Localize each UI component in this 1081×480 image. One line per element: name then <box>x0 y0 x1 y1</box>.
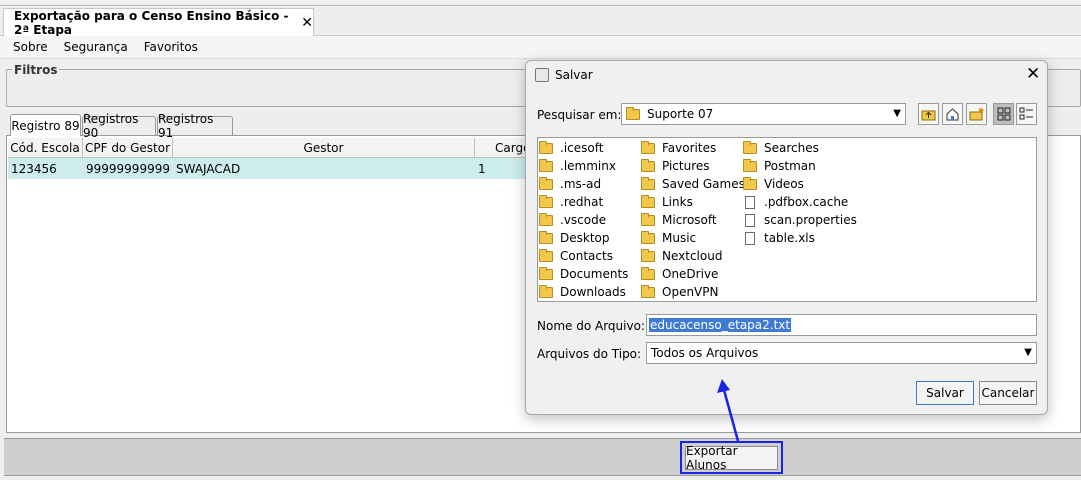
list-item[interactable]: Links <box>641 193 693 211</box>
menu-bar: Sobre Segurança Favoritos <box>0 36 1081 59</box>
column-gestor[interactable]: Gestor <box>173 138 475 158</box>
list-item[interactable]: OpenVPN <box>641 283 718 301</box>
list-item[interactable]: Desktop <box>539 229 610 247</box>
cell-cod-escola: 123456 <box>11 161 57 176</box>
list-item[interactable]: Microsoft <box>641 211 717 229</box>
file-icon <box>745 231 755 245</box>
dialog-title: Salvar <box>555 68 593 82</box>
save-button[interactable]: Salvar <box>916 381 974 405</box>
tab-registros-90[interactable]: Registros 90 <box>82 112 156 140</box>
table-row[interactable]: 123456 99999999999 SWAJACAD 1 <box>8 158 535 179</box>
list-item[interactable]: Downloads <box>539 283 626 301</box>
folder-icon <box>641 158 655 172</box>
document-tab-title: Exportação para o Censo Ensino Básico - … <box>14 8 289 37</box>
list-item[interactable]: .lemminx <box>539 157 616 175</box>
list-view-icon <box>997 107 1010 121</box>
list-item[interactable]: .vscode <box>539 211 606 229</box>
filters-label: Filtros <box>12 63 60 77</box>
folder-icon <box>641 194 655 208</box>
folder-icon <box>743 158 757 172</box>
folder-icon <box>641 140 655 154</box>
folder-icon <box>539 140 553 154</box>
chevron-down-icon: ▼ <box>893 108 901 119</box>
folder-icon <box>539 266 553 280</box>
folder-icon <box>626 106 640 120</box>
look-in-value: Suporte 07 <box>647 107 714 121</box>
export-alunos-button[interactable]: Exportar Alunos <box>685 444 778 472</box>
cell-gestor: SWAJACAD <box>176 161 241 176</box>
tab-registros-91[interactable]: Registros 91 <box>157 112 233 140</box>
folder-icon <box>641 266 655 280</box>
folder-icon <box>539 212 553 226</box>
folder-icon <box>539 176 553 190</box>
new-folder-button[interactable] <box>966 103 987 125</box>
folder-icon <box>641 176 655 190</box>
column-cod-escola[interactable]: Cód. Escola <box>8 138 83 158</box>
menu-sobre[interactable]: Sobre <box>5 40 56 54</box>
list-item[interactable]: Documents <box>539 265 628 283</box>
folder-icon <box>641 248 655 262</box>
new-folder-icon <box>969 108 983 121</box>
folder-icon <box>743 176 757 190</box>
list-item[interactable]: Postman <box>743 157 816 175</box>
list-item[interactable]: Favorites <box>641 139 716 157</box>
filetype-value: Todos os Arquivos <box>651 346 759 360</box>
document-tab[interactable]: Exportação para o Censo Ensino Básico - … <box>3 8 314 37</box>
list-item[interactable]: Searches <box>743 139 819 157</box>
list-item[interactable]: .icesoft <box>539 139 603 157</box>
folder-icon <box>743 140 757 154</box>
details-view-icon <box>1019 107 1033 120</box>
bottom-action-panel <box>4 438 1081 476</box>
list-item[interactable]: Videos <box>743 175 804 193</box>
cancel-button[interactable]: Cancelar <box>979 381 1037 405</box>
folder-icon <box>539 230 553 244</box>
folder-icon <box>539 248 553 262</box>
filename-input[interactable]: educacenso_etapa2.txt <box>646 314 1037 336</box>
list-item[interactable]: .pdfbox.cache <box>743 193 848 211</box>
folder-icon <box>539 158 553 172</box>
look-in-combo[interactable]: Suporte 07 ▼ <box>621 103 906 125</box>
menu-seguranca[interactable]: Segurança <box>56 40 136 54</box>
list-item[interactable]: Contacts <box>539 247 613 265</box>
up-one-level-button[interactable] <box>918 103 939 125</box>
list-item[interactable]: Saved Games <box>641 175 745 193</box>
list-item[interactable]: Nextcloud <box>641 247 722 265</box>
dialog-close-icon[interactable]: ✕ <box>1026 66 1040 83</box>
list-item[interactable]: table.xls <box>743 229 815 247</box>
file-list[interactable]: .icesoft .lemminx .ms-ad .redhat .vscode… <box>537 137 1037 302</box>
list-item[interactable]: Pictures <box>641 157 710 175</box>
menu-favoritos[interactable]: Favoritos <box>136 40 206 54</box>
home-button[interactable] <box>942 103 963 125</box>
home-icon <box>946 108 959 121</box>
window-top-edge <box>0 0 1081 6</box>
list-item[interactable]: OneDrive <box>641 265 718 283</box>
folder-icon <box>539 284 553 298</box>
folder-icon <box>641 230 655 244</box>
cell-cpf-gestor: 99999999999 <box>86 161 170 176</box>
folder-up-icon <box>921 110 936 120</box>
chevron-down-icon: ▼ <box>1024 347 1032 358</box>
filetype-label: Arquivos do Tipo: <box>537 347 642 361</box>
close-tab-icon[interactable]: ✕ <box>301 15 313 31</box>
list-item[interactable]: Music <box>641 229 696 247</box>
filename-label: Nome do Arquivo: <box>537 319 645 333</box>
filename-value: educacenso_etapa2.txt <box>649 318 792 332</box>
file-icon <box>745 195 755 209</box>
list-view-button[interactable] <box>993 103 1014 125</box>
folder-icon <box>539 194 553 208</box>
list-item[interactable]: scan.properties <box>743 211 857 229</box>
look-in-label: Pesquisar em: <box>537 108 622 122</box>
java-app-icon <box>535 68 549 82</box>
column-cpf-gestor[interactable]: CPF do Gestor <box>83 138 173 158</box>
list-item[interactable]: .ms-ad <box>539 175 601 193</box>
folder-icon <box>641 212 655 226</box>
list-item[interactable]: .redhat <box>539 193 603 211</box>
filetype-select[interactable]: Todos os Arquivos ▼ <box>646 342 1037 364</box>
details-view-button[interactable] <box>1016 103 1037 125</box>
file-icon <box>745 213 755 227</box>
folder-icon <box>641 284 655 298</box>
tab-registro-89[interactable]: Registro 89 <box>10 114 81 136</box>
